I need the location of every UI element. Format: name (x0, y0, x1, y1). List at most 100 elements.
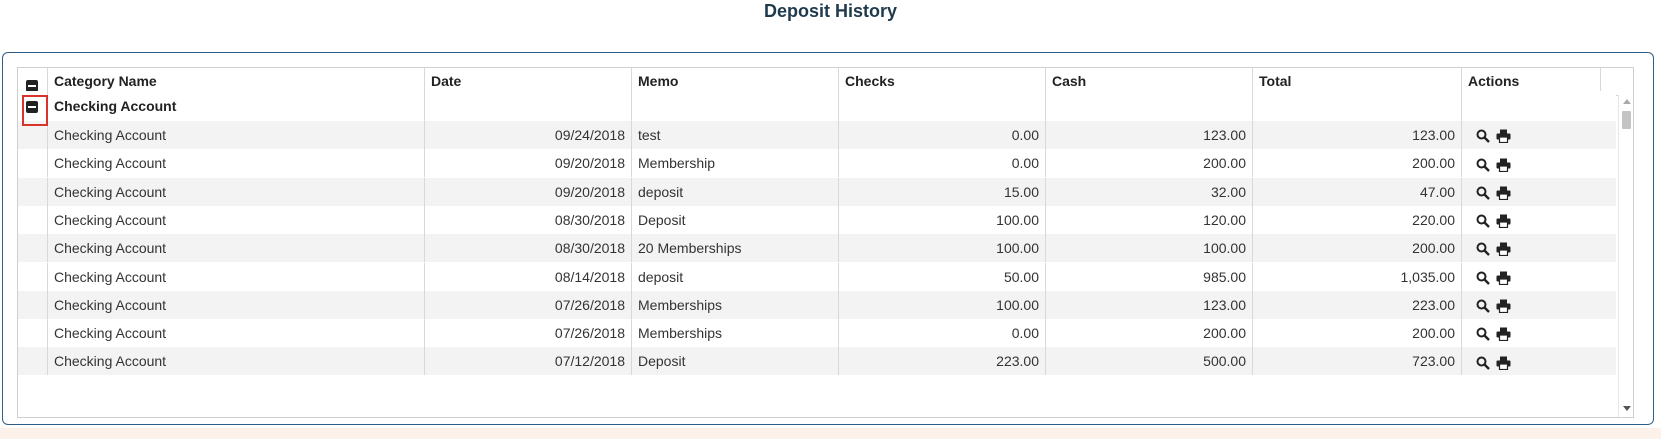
cell-checks: 100.00 (838, 205, 1045, 234)
cell-total: 200.00 (1252, 319, 1461, 348)
search-icon[interactable] (1476, 327, 1490, 342)
highlighted-group-toggle (22, 95, 48, 126)
printer-icon[interactable] (1496, 242, 1511, 257)
row-indent (18, 291, 47, 319)
printer-icon[interactable] (1496, 129, 1511, 144)
table-row[interactable]: Checking Account 07/12/2018 Deposit 223.00 5… (18, 347, 1616, 376)
cell-category: Checking Account (47, 262, 424, 291)
cell-memo: test (631, 121, 838, 149)
table-row[interactable]: Checking Account 07/26/2018 Memberships 0.0… (18, 319, 1616, 348)
cell-memo: Memberships (631, 290, 838, 319)
cell-memo: Deposit (631, 347, 838, 376)
cell-category: Checking Account (47, 347, 424, 376)
cell-actions (1461, 262, 1601, 291)
cell-total: 123.00 (1252, 121, 1461, 149)
page-title: Deposit History (763, 1, 898, 21)
search-icon[interactable] (1476, 158, 1490, 172)
cell-date: 07/26/2018 (424, 319, 631, 348)
cell-checks: 0.00 (838, 319, 1045, 348)
search-icon[interactable] (1476, 242, 1490, 257)
group-empty-cell (631, 91, 838, 121)
table-row[interactable]: Checking Account 09/20/2018 deposit 15.00 32… (18, 177, 1616, 206)
search-icon[interactable] (1476, 299, 1490, 313)
cell-cash: 200.00 (1045, 319, 1252, 348)
cell-total: 1,035.00 (1252, 262, 1461, 291)
table-row[interactable]: Checking Account 09/24/2018 test 0.00 123.00… (18, 121, 1616, 149)
deposit-grid: Category Name Date Memo Checks Cash Tota… (17, 67, 1634, 418)
cell-date: 07/12/2018 (424, 347, 631, 376)
scroll-down-arrow-icon[interactable] (1623, 406, 1631, 411)
cell-category: Checking Account (47, 319, 424, 348)
cell-checks: 100.00 (838, 290, 1045, 319)
cell-total: 200.00 (1252, 234, 1461, 263)
cell-date: 08/30/2018 (424, 205, 631, 234)
row-indent (18, 263, 47, 291)
cell-actions (1461, 205, 1601, 234)
search-icon[interactable] (1476, 356, 1490, 370)
cell-cash: 32.00 (1045, 177, 1252, 206)
cell-checks: 0.00 (838, 121, 1045, 149)
cell-checks: 223.00 (838, 347, 1045, 376)
cell-actions (1461, 347, 1601, 376)
cell-cash: 123.00 (1045, 290, 1252, 319)
table-row[interactable]: Checking Account 09/20/2018 Membership 0.00… (18, 149, 1616, 178)
cell-total: 47.00 (1252, 177, 1461, 206)
group-empty-cell (424, 91, 631, 121)
cell-total: 200.00 (1252, 149, 1461, 178)
printer-icon[interactable] (1496, 299, 1511, 314)
printer-icon[interactable] (1496, 158, 1511, 172)
row-indent (18, 206, 47, 234)
cell-category: Checking Account (47, 234, 424, 263)
cell-actions (1461, 290, 1601, 319)
group-row: Checking Account (18, 91, 1616, 121)
cell-date: 07/26/2018 (424, 290, 631, 319)
cell-date: 08/30/2018 (424, 234, 631, 263)
cell-checks: 50.00 (838, 262, 1045, 291)
cell-date: 09/20/2018 (424, 149, 631, 178)
table-row[interactable]: Checking Account 07/26/2018 Memberships 100… (18, 290, 1616, 319)
group-actions-cell (1461, 91, 1601, 121)
cell-checks: 100.00 (838, 234, 1045, 263)
cell-cash: 985.00 (1045, 262, 1252, 291)
printer-icon[interactable] (1496, 186, 1511, 200)
cell-category: Checking Account (47, 177, 424, 206)
table-row[interactable]: Checking Account 08/14/2018 deposit 50.00 98… (18, 262, 1616, 291)
printer-icon[interactable] (1496, 271, 1511, 285)
collapse-all-icon[interactable] (26, 79, 38, 92)
cell-actions (1461, 177, 1601, 206)
search-icon[interactable] (1476, 271, 1490, 285)
cell-date: 08/14/2018 (424, 262, 631, 291)
search-icon[interactable] (1476, 186, 1490, 200)
printer-icon[interactable] (1496, 327, 1511, 342)
table-row[interactable]: Checking Account 08/30/2018 20 Memberships… (18, 234, 1616, 263)
cell-total: 223.00 (1252, 290, 1461, 319)
search-icon[interactable] (1476, 129, 1490, 144)
vertical-scrollbar[interactable] (1618, 95, 1633, 417)
row-indent (18, 347, 47, 375)
cell-memo: Membership (631, 149, 838, 178)
scroll-up-arrow-icon[interactable] (1623, 99, 1631, 104)
group-empty-cell (838, 91, 1045, 121)
table-row[interactable]: Checking Account 08/30/2018 Deposit 100.00 1… (18, 205, 1616, 234)
cell-category: Checking Account (47, 149, 424, 178)
group-label: Checking Account (47, 91, 424, 121)
printer-icon[interactable] (1496, 214, 1511, 229)
row-indent (18, 319, 47, 347)
cell-memo: deposit (631, 262, 838, 291)
cell-date: 09/24/2018 (424, 121, 631, 149)
cell-category: Checking Account (47, 205, 424, 234)
cell-actions (1461, 149, 1601, 178)
cell-category: Checking Account (47, 290, 424, 319)
cell-category: Checking Account (47, 121, 424, 149)
cell-memo: Memberships (631, 319, 838, 348)
group-empty-cell (1045, 91, 1252, 121)
scroll-thumb[interactable] (1622, 111, 1631, 129)
cell-actions (1461, 319, 1601, 348)
row-indent (18, 149, 47, 177)
cell-cash: 500.00 (1045, 347, 1252, 376)
search-icon[interactable] (1476, 214, 1490, 229)
cell-date: 09/20/2018 (424, 177, 631, 206)
cell-memo: Deposit (631, 205, 838, 234)
printer-icon[interactable] (1496, 356, 1511, 370)
cell-cash: 123.00 (1045, 121, 1252, 149)
